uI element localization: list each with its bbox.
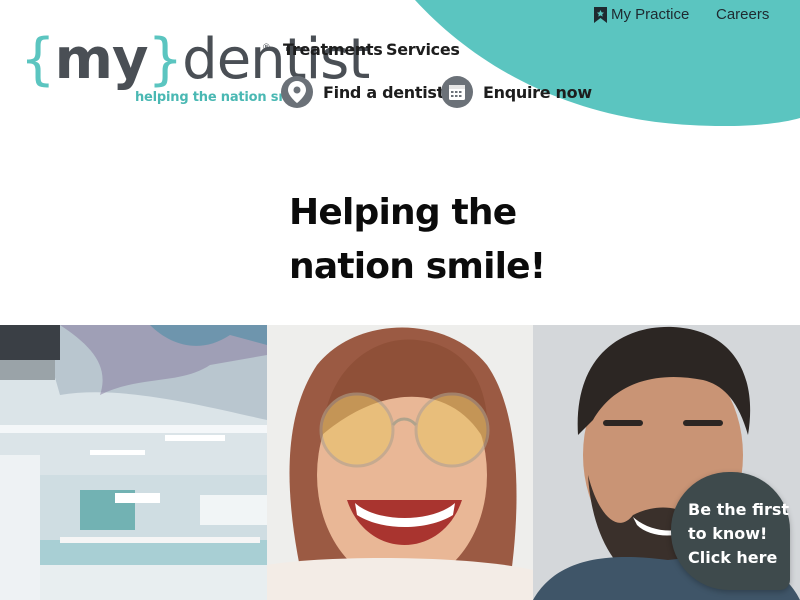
nav-treatments[interactable]: Treatments: [283, 40, 383, 59]
calendar-icon: [441, 76, 473, 108]
my-practice-label: My Practice: [611, 6, 690, 23]
bubble-line-2: to know!: [688, 524, 768, 543]
mydentist-logo[interactable]: {my}dentist ® helping the nation smile: [20, 32, 370, 110]
be-first-to-know-bubble[interactable]: Be the first to know! Click here: [671, 472, 790, 590]
practice-interior-image: [0, 325, 267, 600]
logo-my: my: [54, 27, 149, 92]
hero-title-line-2: nation smile!: [289, 246, 546, 287]
my-practice-link[interactable]: My Practice: [594, 6, 689, 23]
logo-registered-mark: ®: [263, 42, 270, 52]
bubble-line-1: Be the first: [688, 500, 789, 519]
smiling-woman-image: [267, 325, 533, 600]
find-a-dentist-label: Find a dentist: [323, 82, 444, 102]
hero-title: Helping the nation smile!: [289, 186, 546, 294]
enquire-now-button[interactable]: Enquire now: [441, 76, 592, 108]
hero-title-line-1: Helping the: [289, 192, 517, 233]
find-a-dentist-button[interactable]: Find a dentist: [281, 76, 444, 108]
logo-left-brace: {: [20, 27, 56, 92]
careers-link[interactable]: Careers: [716, 6, 769, 23]
map-pin-icon: [281, 76, 313, 108]
bookmark-icon: [594, 6, 607, 23]
bubble-line-3: Click here: [688, 548, 778, 567]
enquire-now-label: Enquire now: [483, 82, 592, 102]
nav-services[interactable]: Services: [386, 40, 460, 59]
logo-right-brace: }: [147, 27, 184, 92]
careers-label: Careers: [716, 6, 770, 23]
